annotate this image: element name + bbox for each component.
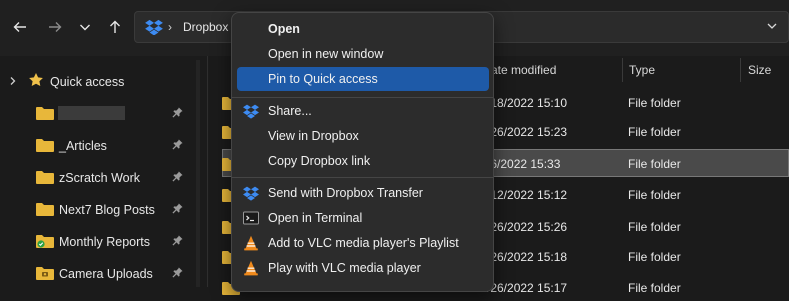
menu-item-label: Send with Dropbox Transfer: [268, 186, 423, 200]
redacted-label: [58, 106, 125, 120]
menu-item-share[interactable]: Share...: [237, 99, 489, 123]
sidebar-item-camera-uploads[interactable]: Camera Uploads: [0, 258, 195, 288]
menu-item-label: Share...: [268, 104, 312, 118]
type-cell: File folder: [628, 96, 681, 110]
pin-icon: [172, 203, 183, 214]
date-cell: /26/2022 15:18: [487, 250, 568, 264]
menu-separator: [232, 97, 493, 98]
sidebar-item-label: Camera Uploads: [59, 267, 153, 281]
type-cell: File folder: [628, 281, 681, 295]
up-button[interactable]: [104, 16, 126, 38]
dropbox-icon: [145, 19, 163, 35]
dropbox-icon: [243, 104, 259, 119]
pin-icon: [172, 267, 183, 278]
recent-locations-button[interactable]: [74, 16, 96, 38]
type-cell: File folder: [628, 125, 681, 139]
menu-item-label: Open: [268, 22, 300, 36]
menu-item-send-with-dropbox-transfer[interactable]: Send with Dropbox Transfer: [237, 181, 489, 205]
vlc-icon: [244, 235, 258, 251]
menu-item-play-with-vlc[interactable]: Play with VLC media player: [237, 256, 489, 280]
folder-sync-icon: [36, 235, 54, 248]
navigation-pane: Quick access _Articles zScratch Work Nex…: [0, 56, 207, 287]
forward-button[interactable]: [44, 16, 66, 38]
context-menu: Open Open in new window Pin to Quick acc…: [231, 12, 494, 292]
vlc-icon: [244, 260, 258, 276]
arrow-left-icon: [13, 22, 26, 32]
menu-item-add-to-vlc-playlist[interactable]: Add to VLC media player's Playlist: [237, 231, 489, 255]
menu-item-label: Open in new window: [268, 47, 384, 61]
sidebar-item-quick-access[interactable]: Quick access: [0, 66, 195, 96]
date-cell: /26/2022 15:17: [487, 281, 568, 295]
sidebar-item-label: _Articles: [59, 139, 107, 153]
pane-divider[interactable]: [207, 56, 208, 287]
menu-item-label: Copy Dropbox link: [268, 154, 371, 168]
date-cell: /18/2022 15:10: [487, 96, 568, 110]
sidebar-item-monthly-reports[interactable]: Monthly Reports: [0, 226, 195, 256]
sidebar-item-redacted[interactable]: [0, 98, 195, 128]
menu-item-label: Open in Terminal: [268, 211, 363, 225]
pin-icon: [172, 235, 183, 246]
date-cell: /26/2022 15:26: [487, 220, 568, 234]
chevron-right-icon[interactable]: [8, 76, 18, 86]
sidebar-item-label: zScratch Work: [59, 171, 141, 185]
menu-item-open[interactable]: Open: [237, 17, 489, 41]
date-cell: /12/2022 15:12: [487, 188, 568, 202]
menu-separator: [232, 177, 493, 178]
star-icon: [29, 73, 43, 86]
column-header-date-modified[interactable]: ate modified: [491, 63, 556, 77]
menu-item-label: Add to VLC media player's Playlist: [268, 236, 459, 250]
folder-icon: [36, 171, 54, 184]
pin-icon: [172, 139, 183, 150]
sidebar-item-articles[interactable]: _Articles: [0, 130, 195, 160]
date-cell: /26/2022 15:23: [487, 125, 568, 139]
sidebar-item-zscratch-work[interactable]: zScratch Work: [0, 162, 195, 192]
sidebar-scrollbar[interactable]: [196, 60, 200, 287]
column-header-size[interactable]: Size: [748, 63, 771, 77]
folder-icon: [36, 203, 54, 216]
arrow-up-icon: [110, 20, 120, 33]
folder-camera-icon: [36, 267, 54, 280]
type-cell: File folder: [628, 250, 681, 264]
menu-item-label: View in Dropbox: [268, 129, 359, 143]
column-divider[interactable]: [622, 58, 623, 82]
chevron-down-icon[interactable]: [766, 20, 778, 32]
menu-item-label: Play with VLC media player: [268, 261, 421, 275]
back-button[interactable]: [9, 16, 31, 38]
folder-icon: [36, 139, 54, 152]
menu-item-open-in-new-window[interactable]: Open in new window: [237, 42, 489, 66]
pin-icon: [172, 107, 183, 118]
terminal-icon: [243, 211, 259, 225]
type-cell: File folder: [628, 157, 681, 171]
chevron-down-icon: [80, 24, 90, 31]
column-divider[interactable]: [740, 58, 741, 82]
column-header-type[interactable]: Type: [629, 63, 655, 77]
sidebar-item-label: Monthly Reports: [59, 235, 151, 249]
menu-item-open-in-terminal[interactable]: Open in Terminal: [237, 206, 489, 230]
sidebar-item-next7-blog-posts[interactable]: Next7 Blog Posts: [0, 194, 195, 224]
breadcrumb-dropbox[interactable]: Dropbox: [183, 20, 228, 34]
type-cell: File folder: [628, 188, 681, 202]
menu-item-copy-dropbox-link[interactable]: Copy Dropbox link: [237, 149, 489, 173]
dropbox-icon: [243, 186, 259, 201]
menu-item-pin-to-quick-access[interactable]: Pin to Quick access: [237, 67, 489, 91]
pin-icon: [172, 171, 183, 182]
menu-item-label: Pin to Quick access: [268, 72, 378, 86]
type-cell: File folder: [628, 220, 681, 234]
folder-icon: [36, 107, 54, 120]
date-cell: /6/2022 15:33: [487, 157, 561, 171]
sidebar-item-label: Next7 Blog Posts: [59, 203, 155, 217]
sidebar-item-label: Quick access: [50, 75, 125, 89]
menu-item-view-in-dropbox[interactable]: View in Dropbox: [237, 124, 489, 148]
arrow-right-icon: [49, 22, 62, 32]
breadcrumb-separator: ›: [168, 20, 172, 34]
